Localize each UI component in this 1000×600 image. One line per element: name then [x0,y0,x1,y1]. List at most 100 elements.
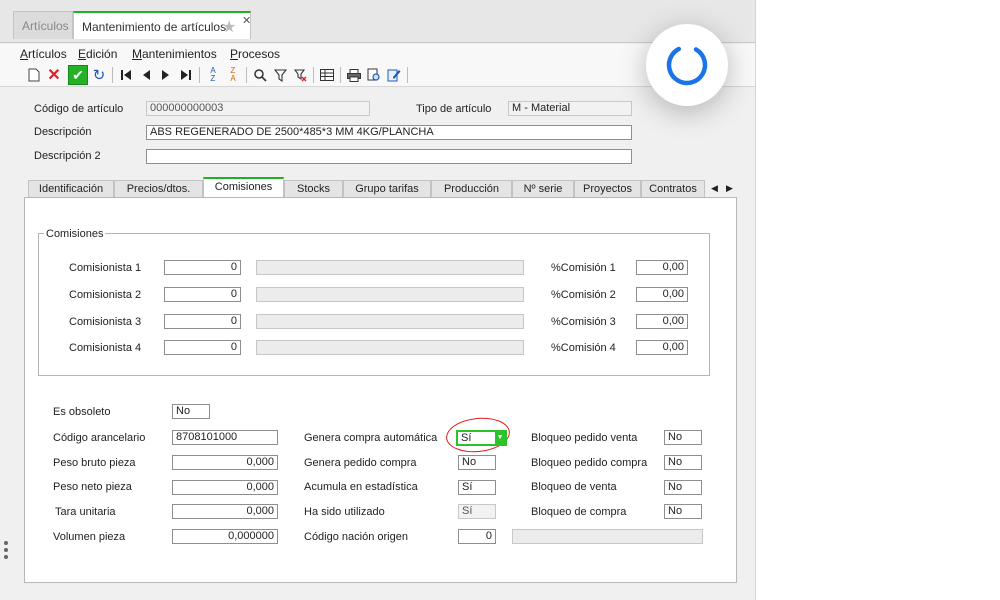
peso-neto-field[interactable]: 0,000 [172,480,278,495]
menu-label: antenimientos [142,47,217,61]
tipo-articulo-label: Tipo de artículo [416,103,492,115]
comisionista-name-field [256,287,524,302]
pct-comision-label: %Comisión 4 [551,342,616,354]
tara-unitaria-label: Tara unitaria [55,506,116,518]
codigo-articulo-label: Código de artículo [34,103,124,115]
comisionista-field[interactable]: 0 [164,340,241,355]
genera-compra-label: Genera compra automática [304,432,438,444]
spinner-icon [666,44,708,86]
tab-identificacion[interactable]: Identificación [28,180,114,198]
pct-comision-field[interactable]: 0,00 [636,340,688,355]
tab-stocks[interactable]: Stocks [284,180,343,198]
acumula-field[interactable]: Sí [458,480,496,495]
menu-mnemonic: E [78,47,87,61]
refresh-icon[interactable]: ↻ [89,65,109,85]
tab-produccion[interactable]: Producción [431,180,512,198]
menu-label: rocesos [238,47,281,61]
bloqueo-compra-label: Bloqueo de compra [531,506,627,518]
bloqueo-pedido-compra-field[interactable]: No [664,455,702,470]
codigo-arancelario-field[interactable]: 8708101000 [172,430,278,445]
search-icon[interactable] [250,65,270,85]
pct-comision-label: %Comisión 3 [551,316,616,328]
sort-descending-icon[interactable]: ZA [223,65,243,85]
pct-comision-field[interactable]: 0,00 [636,314,688,329]
clear-filter-icon[interactable] [290,65,310,85]
save-check-icon[interactable]: ✔ [68,65,88,85]
comisionista-field[interactable]: 0 [164,260,241,275]
genera-pedido-field[interactable]: No [458,455,496,470]
utilizado-label: Ha sido utilizado [304,506,385,518]
menu-mantenimientos[interactable]: Mantenimientos [132,47,217,61]
close-tab-icon[interactable]: ✕ [242,7,251,35]
bloqueo-pedido-venta-label: Bloqueo pedido venta [531,432,638,444]
tab-contratos[interactable]: Contratos [641,180,705,198]
sort-ascending-icon[interactable]: AZ [203,65,223,85]
nacion-origen-desc-field [512,529,703,544]
previous-record-icon[interactable] [136,65,156,85]
tab-grupo-tarifas[interactable]: Grupo tarifas [343,180,431,198]
peso-bruto-field[interactable]: 0,000 [172,455,278,470]
nacion-origen-field[interactable]: 0 [458,529,496,544]
pct-comision-field[interactable]: 0,00 [636,287,688,302]
dot [4,541,8,545]
favorite-star-icon[interactable]: ★ [222,14,236,42]
tabs-scroll-left-icon[interactable]: ◀ [708,180,721,198]
next-record-icon[interactable] [156,65,176,85]
cancel-icon[interactable]: ✕ [44,65,64,85]
es-obsoleto-label: Es obsoleto [53,406,111,418]
tara-unitaria-field[interactable]: 0,000 [172,504,278,519]
tab-precios[interactable]: Precios/dtos. [114,180,203,198]
comisionista-field[interactable]: 0 [164,314,241,329]
comisionista-field[interactable]: 0 [164,287,241,302]
toolbar-separator [246,67,247,83]
tab-label: Mantenimiento de artículos [82,20,227,34]
dot [4,548,8,552]
utilizado-field: Sí [458,504,496,519]
edit-document-icon[interactable] [384,65,404,85]
menu-articulos[interactable]: Artículos [20,47,67,61]
bloqueo-pedido-venta-field[interactable]: No [664,430,702,445]
tab-proyectos[interactable]: Proyectos [574,180,641,198]
genera-compra-dropdown[interactable]: Sí ▼ [456,430,507,446]
drag-handle-icon[interactable] [4,541,8,562]
bloqueo-venta-field[interactable]: No [664,480,702,495]
comisionista-label: Comisionista 1 [69,262,142,274]
acumula-label: Acumula en estadística [304,481,418,493]
dot [4,555,8,559]
chevron-down-icon[interactable]: ▼ [495,432,505,444]
dropdown-value: Sí [461,432,472,444]
menu-edicion[interactable]: Edición [78,47,117,61]
volumen-pieza-field[interactable]: 0,000000 [172,529,278,544]
genera-pedido-label: Genera pedido compra [304,457,417,469]
menu-label: dición [86,47,118,61]
last-record-icon[interactable] [176,65,196,85]
grid-view-icon[interactable] [317,65,337,85]
print-preview-icon[interactable] [364,65,384,85]
pct-comision-label: %Comisión 2 [551,289,616,301]
menu-procesos[interactable]: Procesos [230,47,280,61]
toolbar-separator [199,67,200,83]
codigo-articulo-field[interactable]: 000000000003 [146,101,370,116]
tab-comisiones[interactable]: Comisiones [203,177,284,198]
descripcion-field[interactable]: ABS REGENERADO DE 2500*485*3 MM 4KG/PLAN… [146,125,632,140]
tipo-articulo-field[interactable]: M - Material [508,101,632,116]
comisionista-name-field [256,340,524,355]
print-icon[interactable] [344,65,364,85]
comisionista-label: Comisionista 3 [69,316,142,328]
document-tabbar: Artículos Mantenimiento de artículos ★ ✕ [0,0,755,43]
new-document-icon[interactable] [24,65,44,85]
tab-numero-serie[interactable]: Nº serie [512,180,574,198]
es-obsoleto-field[interactable]: No [172,404,210,419]
pct-comision-field[interactable]: 0,00 [636,260,688,275]
descripcion2-field[interactable] [146,149,632,164]
tab-articulos[interactable]: Artículos [13,11,73,39]
first-record-icon[interactable] [116,65,136,85]
bloqueo-compra-field[interactable]: No [664,504,702,519]
comisionista-name-field [256,260,524,275]
tab-mantenimiento[interactable]: Mantenimiento de artículos ★ ✕ [73,11,251,39]
toolbar-separator [112,67,113,83]
menu-label: rtículos [28,47,67,61]
menu-bar: Artículos Edición Mantenimientos Proceso… [0,44,755,64]
tabs-scroll-right-icon[interactable]: ▶ [723,180,736,198]
filter-icon[interactable] [270,65,290,85]
